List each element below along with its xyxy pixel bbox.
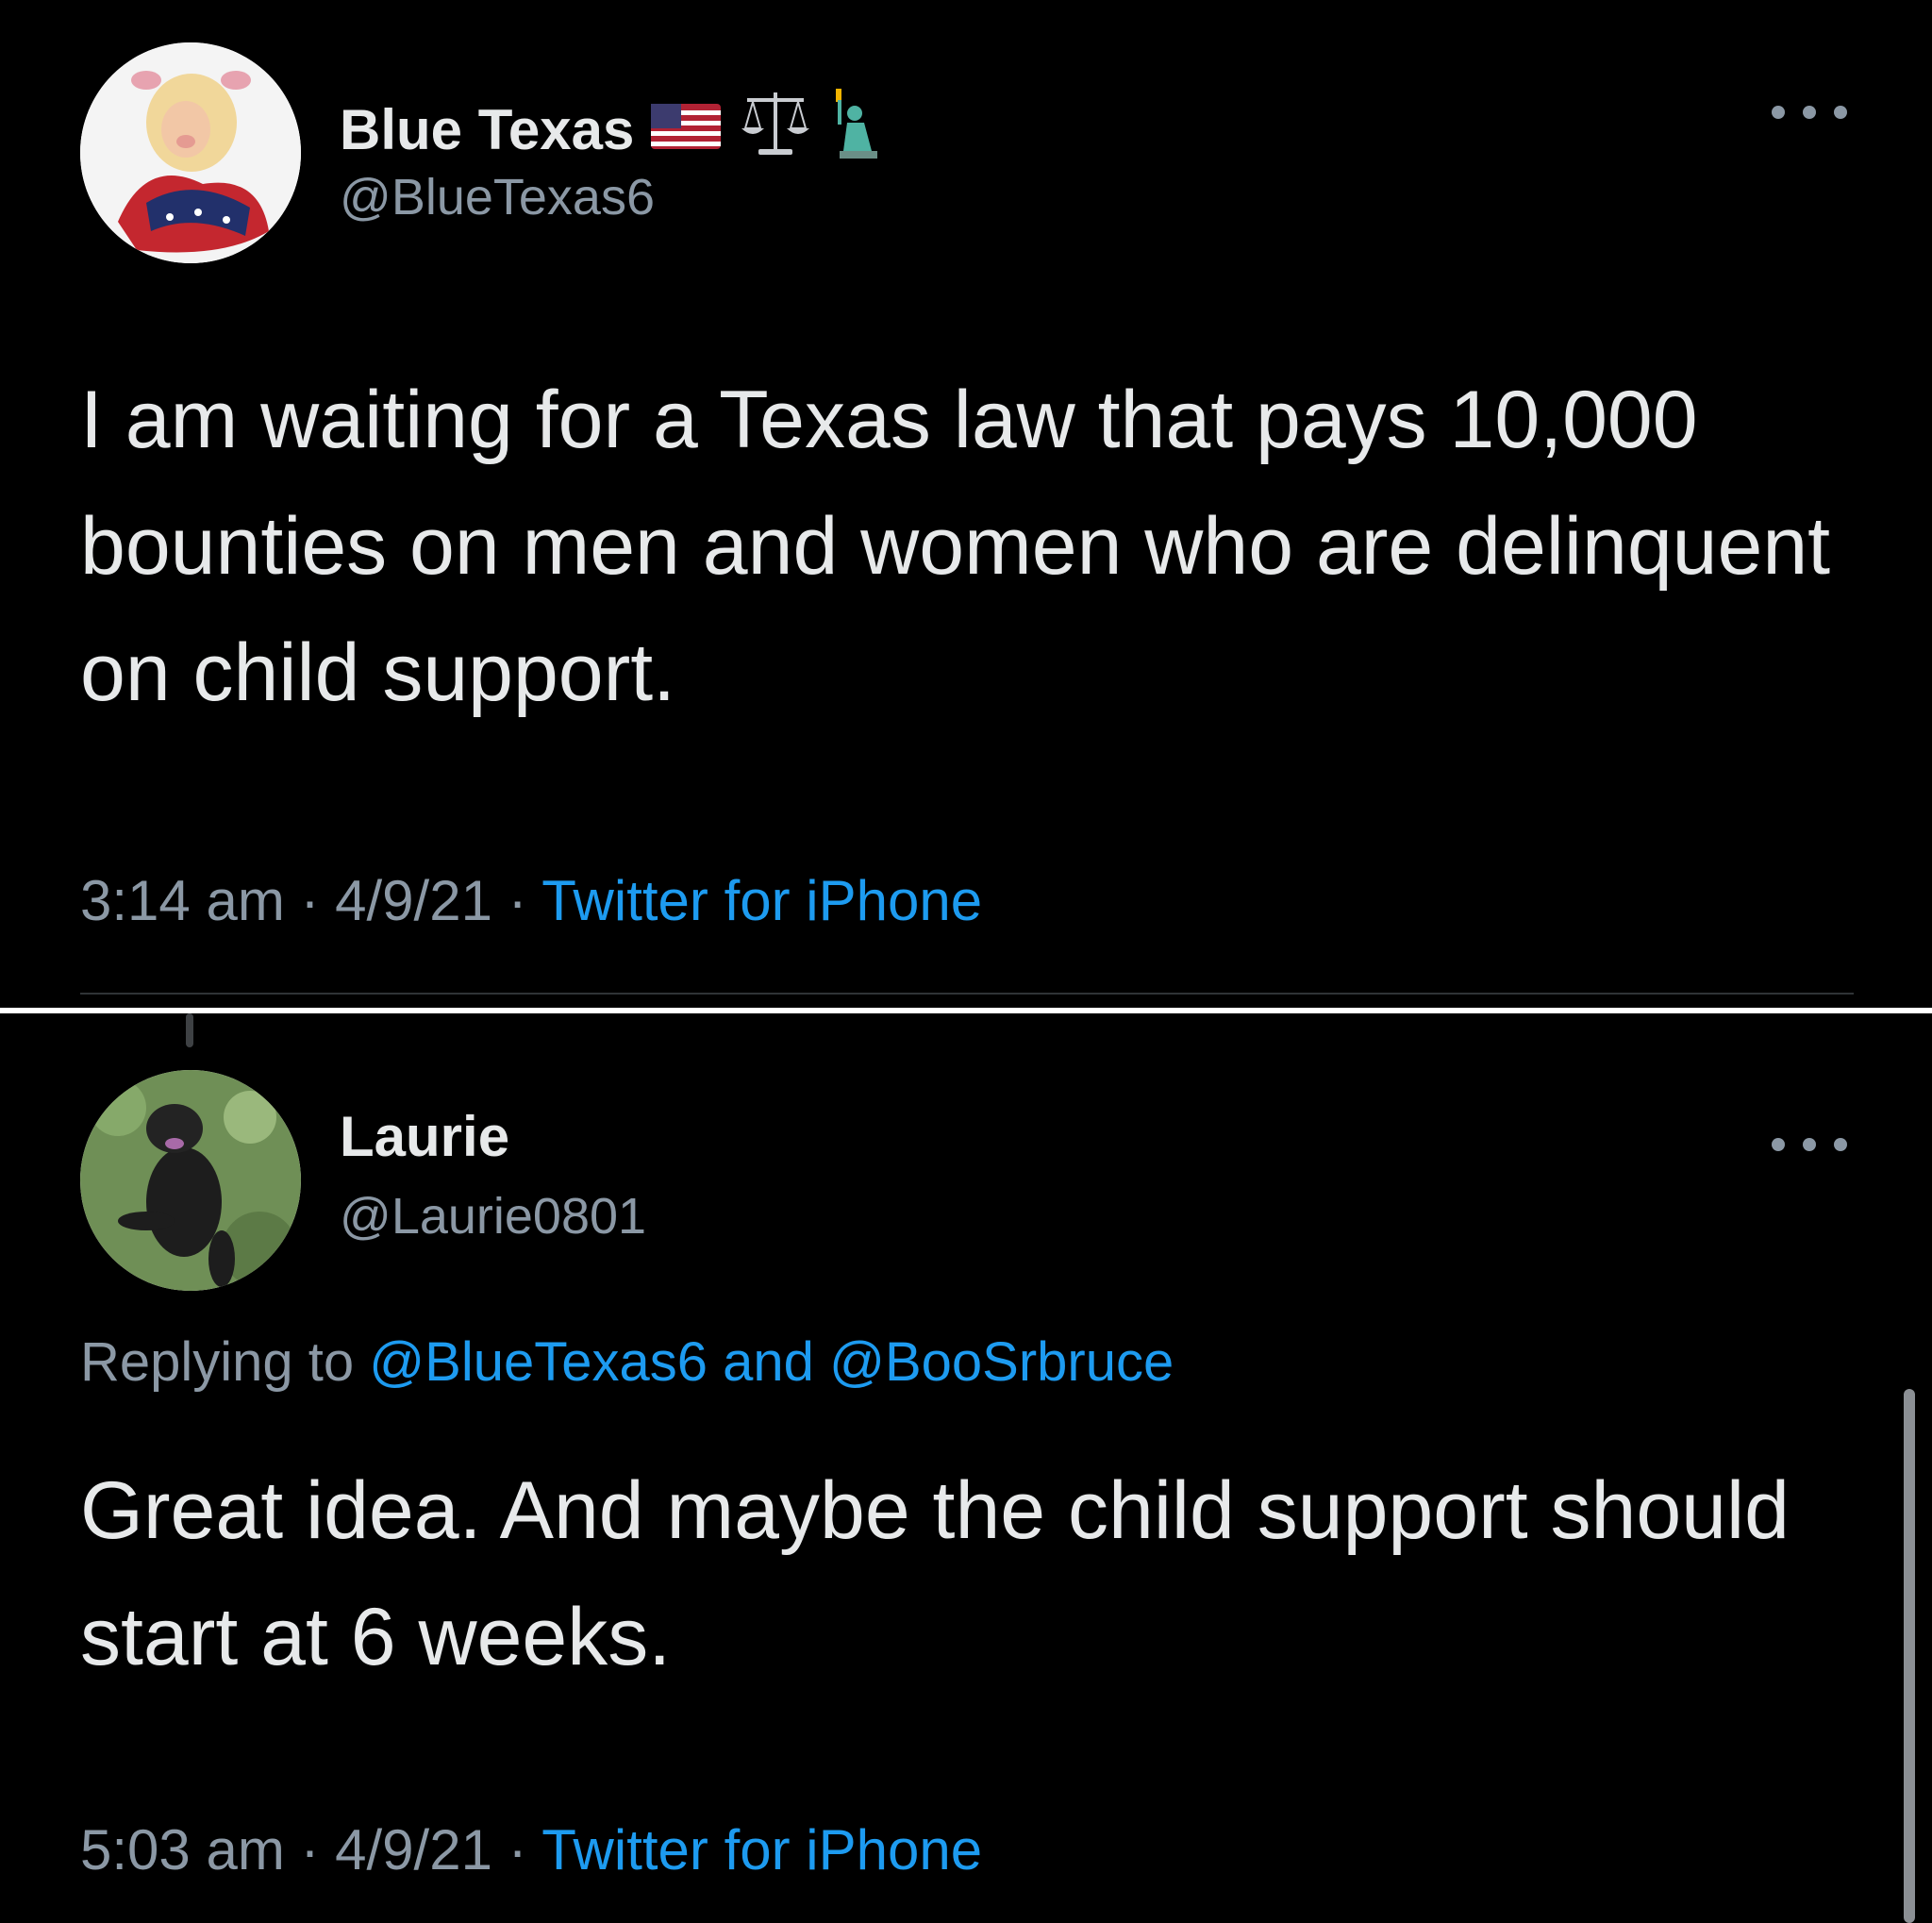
flag-usa-icon xyxy=(651,97,722,162)
avatar-image-muppet xyxy=(80,42,301,263)
divider xyxy=(80,993,1854,995)
scales-icon xyxy=(738,87,813,172)
tweet-source-link[interactable]: Twitter for iPhone xyxy=(541,1818,982,1881)
tweet-date: 4/9/21 xyxy=(335,1818,492,1881)
separator: · xyxy=(300,869,320,932)
mention-link[interactable]: @BlueTexas6 xyxy=(369,1331,708,1393)
username[interactable]: @Laurie0801 xyxy=(340,1187,646,1246)
tweet-original: Blue Texas @BlueTexas6 I am waiting for … xyxy=(0,0,1932,1008)
tweet-text: I am waiting for a Texas law that pays 1… xyxy=(80,375,1831,718)
statue-of-liberty-icon xyxy=(830,85,887,174)
more-options-icon[interactable] xyxy=(1772,98,1847,126)
tweet-source-link[interactable]: Twitter for iPhone xyxy=(541,869,982,932)
tweet-text: Great idea. And maybe the child support … xyxy=(80,1465,1790,1682)
username[interactable]: @BlueTexas6 xyxy=(340,168,655,226)
mention-and[interactable]: and xyxy=(723,1331,814,1393)
replying-to: Replying to @BlueTexas6 and @BooSrbruce xyxy=(80,1330,1174,1394)
display-name-text: Laurie xyxy=(340,1105,510,1168)
tweet-time: 3:14 am xyxy=(80,869,285,932)
tweet-meta: 3:14 am · 4/9/21 · Twitter for iPhone xyxy=(80,868,982,933)
tweet-date: 4/9/21 xyxy=(335,869,492,932)
tweet-reply: Laurie @Laurie0801 Replying to @BlueTexa… xyxy=(0,1017,1932,1923)
separator: · xyxy=(300,1818,320,1881)
avatar[interactable] xyxy=(80,1070,301,1291)
separator: · xyxy=(508,1818,527,1881)
tweet-meta: 5:03 am · 4/9/21 · Twitter for iPhone xyxy=(80,1817,982,1882)
separator: · xyxy=(508,869,527,932)
mention-link[interactable]: @BooSrbruce xyxy=(829,1331,1174,1393)
display-name-text: Blue Texas xyxy=(340,97,635,161)
display-name[interactable]: Blue Texas xyxy=(340,85,887,174)
section-divider xyxy=(0,1008,1932,1013)
more-options-icon[interactable] xyxy=(1772,1130,1847,1159)
replying-to-label: Replying to xyxy=(80,1331,355,1393)
display-name[interactable]: Laurie xyxy=(340,1104,509,1169)
avatar[interactable] xyxy=(80,42,301,263)
avatar-image-dog xyxy=(80,1070,301,1291)
tweet-time: 5:03 am xyxy=(80,1818,285,1881)
scrollbar[interactable] xyxy=(1904,1389,1915,1923)
